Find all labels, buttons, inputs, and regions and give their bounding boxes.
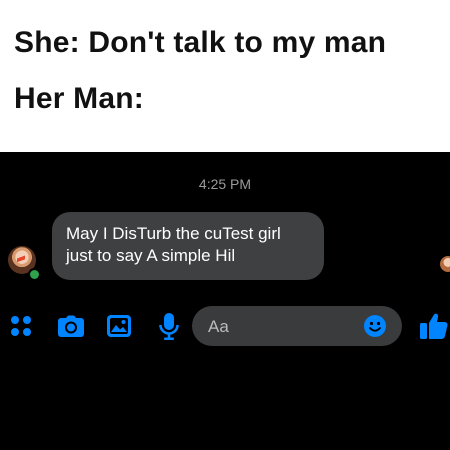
microphone-icon[interactable] [159, 313, 179, 340]
message-field[interactable] [192, 306, 402, 348]
online-status-dot [28, 268, 41, 281]
message-timestamp: 4:25 PM [198, 176, 252, 192]
image-icon[interactable] [107, 315, 131, 337]
caption-line-her-man: Her Man: [14, 82, 144, 115]
message-bubble[interactable]: May I DisTurb the cuTest girl just to sa… [52, 212, 324, 280]
seen-receipt-avatar [440, 256, 450, 272]
message-composer [0, 302, 450, 352]
message-text-line-2: just to say A simple Hil [66, 246, 236, 265]
meme-caption: She: Don't talk to my man Her Man: [0, 0, 450, 152]
like-thumbs-up-icon[interactable] [420, 313, 448, 339]
caption-line-she: She: Don't talk to my man [14, 26, 387, 59]
messenger-chat-screenshot: 4:25 PM May I DisTurb the cuTest girl ju… [0, 152, 450, 450]
message-input[interactable] [206, 306, 360, 348]
avatar-lightning-bolt-icon [17, 250, 25, 268]
apps-icon[interactable] [10, 315, 32, 337]
camera-icon[interactable] [58, 315, 84, 337]
message-text-line-1: May I DisTurb the cuTest girl [66, 224, 281, 243]
emoji-icon[interactable] [364, 315, 386, 337]
